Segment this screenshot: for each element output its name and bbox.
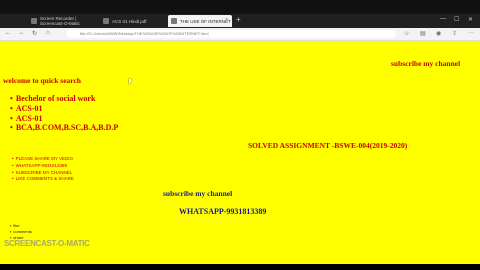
maximize-icon[interactable]: ☐ [454,16,459,23]
tab-favicon-icon [31,18,37,24]
screencast-watermark: SCREENCAST-O-MATIC [4,239,90,248]
address-bar: ← → ↻ ⌂ file:///C:/Users/WWW/Desktop/THE… [0,28,480,41]
mouse-pointer-icon [129,78,132,85]
whatsapp-number: WHATSAPP-9931813389 [179,207,267,216]
subscribe-top-link[interactable]: subscribe my channel [391,59,460,68]
screen-top-bar [0,0,480,14]
pdf-icon [103,18,109,24]
small-list-item: PLEASE SHARE MY VEDIO [12,156,73,161]
tiny-list-item: like [10,223,19,228]
solved-assignment-heading: SOLVED ASSIGNMENT -BSWE-004(2019-2020) [248,141,408,150]
close-window-icon[interactable]: ✕ [468,16,473,23]
tiny-list-item: comments [10,229,31,234]
collections-icon[interactable]: ▤ [420,30,426,37]
refresh-icon[interactable]: ↻ [32,30,37,37]
profile-icon[interactable]: ◉ [436,30,441,37]
page-icon [171,18,177,24]
forward-icon[interactable]: → [18,30,24,36]
web-page: subscribe my channel welcome to quick se… [0,41,480,264]
tab-acs-pdf[interactable]: ACS 01 Hindi.pdf [100,15,166,27]
list-item: BCA,B.COM,B.SC,B.A,B.D.P [10,123,118,132]
more-options-icon[interactable]: ··· [468,30,474,36]
tab-label: ACS 01 Hindi.pdf [112,18,147,24]
tab-label: THE USE OF INTERNET [180,18,231,24]
list-item: Bechelor of social work [10,94,96,103]
screen-bottom-bar [0,264,480,270]
tab-the-use-of-internet[interactable]: THE USE OF INTERNET ✕ [168,15,232,27]
small-list-item: LIKE COMMENTS & SHARE [12,176,74,181]
tab-label: Screen Recorder | Screencast-O-Matic [40,16,80,26]
back-icon[interactable]: ← [5,30,11,36]
tab-screen-recorder[interactable]: Screen Recorder | Screencast-O-Matic [28,15,96,27]
url-field[interactable]: file:///C:/Users/WWW/Desktop/THE%20USE%2… [66,30,396,38]
welcome-heading: welcome to quick search [3,76,81,85]
minimize-icon[interactable]: — [440,16,446,22]
home-icon[interactable]: ⌂ [46,30,50,36]
new-tab-button[interactable]: + [236,15,241,24]
share-icon[interactable]: ⇪ [452,30,457,37]
subscribe-mid-text: subscribe my channel [163,189,233,198]
favorites-star-icon[interactable]: ☆ [404,30,409,37]
small-list-item: SUBSCRIBE MY CHANNEL [12,170,73,175]
list-item: ACS-01 [10,114,43,123]
list-item: ACS-01 [10,104,43,113]
small-list-item: WHATSAPP-9931813389 [12,163,67,168]
close-tab-icon[interactable]: ✕ [225,17,229,23]
